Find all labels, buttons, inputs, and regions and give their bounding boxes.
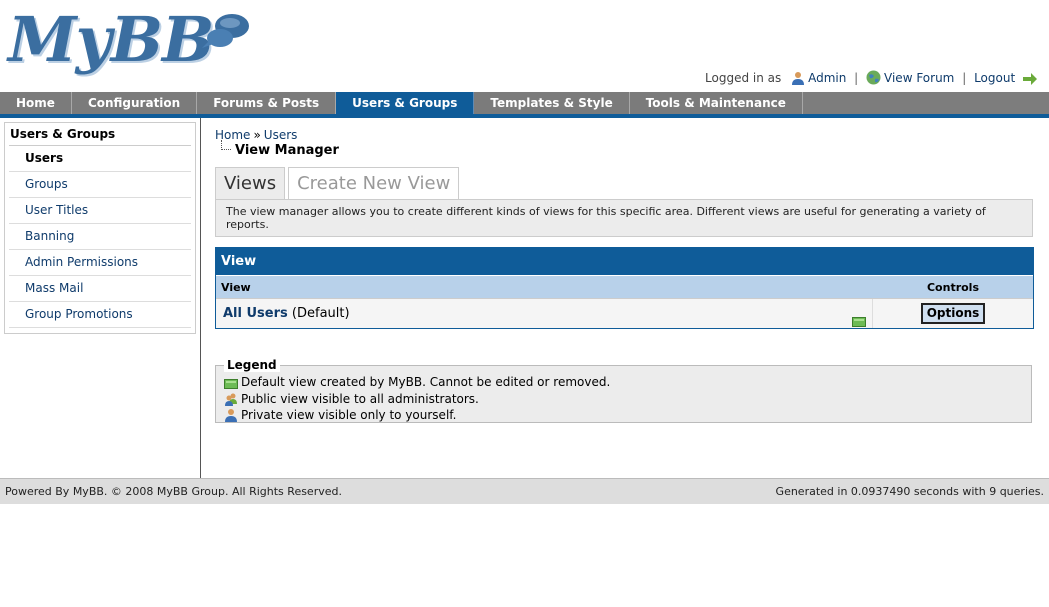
breadcrumb: Home» Users	[215, 128, 1035, 142]
view-cell: All Users (Default)	[216, 299, 873, 328]
menu-tools-maintenance[interactable]: Tools & Maintenance	[629, 92, 803, 114]
footer: Powered By MyBB. © 2008 MyBB Group. All …	[0, 478, 1049, 504]
menu-templates-style[interactable]: Templates & Style	[474, 92, 630, 114]
logout-arrow-icon	[1022, 73, 1038, 88]
sidebar-item-groups[interactable]: Groups	[9, 172, 191, 198]
column-header-view: View	[221, 281, 251, 294]
view-forum-link[interactable]: View Forum	[884, 71, 954, 85]
column-header-controls: Controls	[926, 281, 980, 294]
sidebar-nav: Users & Groups Users Groups User Titles …	[4, 122, 196, 334]
controls-cell: Options	[873, 299, 1033, 328]
view-table: View View Controls All Users (Default) O…	[215, 247, 1034, 329]
breadcrumb-separator: »	[253, 128, 261, 142]
logout-link[interactable]: Logout	[974, 71, 1015, 85]
menu-users-groups[interactable]: Users & Groups	[336, 92, 475, 114]
tab-description: The view manager allows you to create di…	[215, 199, 1033, 237]
default-view-icon	[852, 309, 866, 338]
legend: Legend Default view created by MyBB. Can…	[215, 358, 1032, 423]
table-title: View	[216, 248, 1033, 275]
legend-item-public: Public view visible to all administrator…	[224, 391, 1025, 408]
legend-text-default: Default view created by MyBB. Cannot be …	[241, 375, 611, 389]
mybb-logo[interactable]: MyBB	[8, 3, 253, 80]
legend-title: Legend	[224, 358, 280, 372]
sidebar-item-admin-permissions[interactable]: Admin Permissions	[9, 250, 191, 276]
menu-home[interactable]: Home	[0, 92, 72, 114]
tab-views[interactable]: Views	[215, 167, 286, 200]
footer-generated: Generated in 0.0937490 seconds with 9 qu…	[775, 485, 1044, 498]
legend-text-private: Private view visible only to yourself.	[241, 408, 457, 422]
breadcrumb-users[interactable]: Users	[264, 128, 298, 142]
separator: |	[854, 71, 859, 85]
view-name-link[interactable]: All Users	[223, 306, 288, 321]
user-icon	[791, 71, 805, 88]
page-title: View Manager	[215, 140, 1035, 158]
logo-text: MyBB	[8, 3, 214, 76]
tab-bar: Views Create New View	[215, 167, 462, 200]
admin-user-link[interactable]: Admin	[808, 71, 846, 85]
sidebar-title: Users & Groups	[9, 127, 191, 146]
tab-create-new-view[interactable]: Create New View	[288, 167, 460, 200]
legend-box: Legend Default view created by MyBB. Can…	[215, 358, 1032, 423]
menu-forums-posts[interactable]: Forums & Posts	[197, 92, 337, 114]
sidebar-item-group-promotions[interactable]: Group Promotions	[9, 302, 191, 328]
tree-hook-icon	[221, 140, 231, 150]
legend-item-private: Private view visible only to yourself.	[224, 407, 1025, 424]
sidebar-item-banning[interactable]: Banning	[9, 224, 191, 250]
logged-in-label: Logged in as	[705, 71, 782, 85]
main-menu: Home Configuration Forums & Posts Users …	[0, 92, 1049, 118]
table-row: All Users (Default) Options	[216, 298, 1033, 328]
view-default-suffix: (Default)	[291, 306, 350, 321]
user-bar: Logged in as Admin | View Forum | Logout	[705, 70, 1041, 88]
separator: |	[962, 71, 967, 85]
legend-text-public: Public view visible to all administrator…	[241, 391, 479, 406]
globe-icon	[866, 70, 881, 88]
private-view-icon	[224, 408, 238, 426]
legend-item-default: Default view created by MyBB. Cannot be …	[224, 374, 1025, 391]
sidebar: Users & Groups Users Groups User Titles …	[0, 118, 201, 478]
sidebar-item-users[interactable]: Users	[9, 146, 191, 172]
options-button[interactable]: Options	[920, 303, 986, 324]
table-header-row: View Controls	[216, 275, 1033, 298]
content: Home» Users View Manager Views Create New…	[215, 128, 1035, 423]
speech-bubble-icon	[202, 14, 249, 48]
sidebar-item-mass-mail[interactable]: Mass Mail	[9, 276, 191, 302]
header: MyBB Logged in as Admin | View Forum | L…	[0, 0, 1049, 92]
menu-configuration[interactable]: Configuration	[71, 92, 198, 114]
page-title-text: View Manager	[235, 143, 339, 158]
footer-copyright: Powered By MyBB. © 2008 MyBB Group. All …	[5, 485, 342, 498]
sidebar-item-user-titles[interactable]: User Titles	[9, 198, 191, 224]
